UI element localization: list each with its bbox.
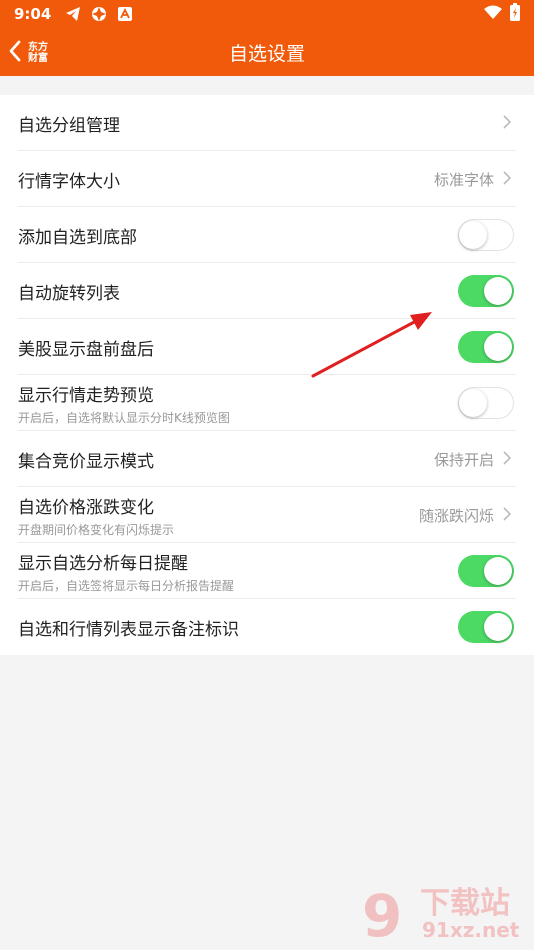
settings-list: 自选分组管理 行情字体大小 标准字体 添加自选到底部 自动旋转列表 美股显示盘前… <box>0 95 534 655</box>
status-bar: 9:04 <box>0 0 534 28</box>
row-label: 集合竞价显示模式 <box>18 451 154 472</box>
trend-preview-toggle[interactable] <box>458 387 514 419</box>
back-button[interactable]: 东方 财富 <box>8 38 60 68</box>
battery-icon <box>510 3 520 25</box>
watermark-logo-icon: 9 <box>362 882 402 946</box>
row-auction-mode[interactable]: 集合竞价显示模式 保持开启 <box>0 431 534 487</box>
watermark: 9 下载站 91xz.net <box>360 876 530 946</box>
svg-text:9: 9 <box>362 882 402 946</box>
row-label: 自动旋转列表 <box>18 283 120 304</box>
app-logo: 东方 财富 <box>26 42 50 64</box>
toggle-knob <box>484 277 512 305</box>
row-sublabel: 开启后，自选签将显示每日分析报告提醒 <box>18 578 235 593</box>
us-premarket-toggle[interactable] <box>458 331 514 363</box>
row-label: 显示行情走势预览 <box>18 385 154 406</box>
add-to-bottom-toggle[interactable] <box>458 219 514 251</box>
daily-reminder-toggle[interactable] <box>458 555 514 587</box>
row-value: 随涨跌闪烁 <box>418 506 494 525</box>
auto-rotate-toggle[interactable] <box>458 275 514 307</box>
telegram-icon <box>65 6 81 22</box>
row-price-change[interactable]: 自选价格涨跌变化 开盘期间价格变化有闪烁提示 随涨跌闪烁 <box>0 487 534 543</box>
logo-line1: 东方 <box>28 42 48 53</box>
toggle-knob <box>459 220 487 249</box>
row-watchlist-group-manage[interactable]: 自选分组管理 <box>0 95 534 151</box>
nav-header: 东方 财富 自选设置 <box>0 28 534 76</box>
row-label: 自选和行情列表显示备注标识 <box>18 619 239 640</box>
row-label: 行情字体大小 <box>18 171 120 192</box>
chevron-right-icon <box>500 506 514 525</box>
row-remark-tag: 自选和行情列表显示备注标识 <box>0 599 534 655</box>
row-sublabel: 开启后，自选将默认显示分时K线预览图 <box>18 410 230 425</box>
watermark-url: 91xz.net <box>422 918 520 942</box>
status-time: 9:04 <box>14 5 52 23</box>
chevron-right-icon <box>500 114 514 133</box>
row-font-size[interactable]: 行情字体大小 标准字体 <box>0 151 534 207</box>
logo-line2: 财富 <box>28 53 48 64</box>
toggle-knob <box>484 333 512 361</box>
row-sublabel: 开盘期间价格变化有闪烁提示 <box>18 522 175 537</box>
row-label: 自选价格涨跌变化 <box>18 497 154 518</box>
row-label: 添加自选到底部 <box>18 227 137 248</box>
remark-tag-toggle[interactable] <box>458 611 514 643</box>
row-add-to-bottom: 添加自选到底部 <box>0 207 534 263</box>
row-value: 保持开启 <box>433 450 494 469</box>
page-title: 自选设置 <box>228 42 305 65</box>
row-daily-reminder: 显示自选分析每日提醒 开启后，自选签将显示每日分析报告提醒 <box>0 543 534 599</box>
chevron-left-icon <box>8 40 22 66</box>
row-trend-preview: 显示行情走势预览 开启后，自选将默认显示分时K线预览图 <box>0 375 534 431</box>
row-label: 显示自选分析每日提醒 <box>18 553 188 574</box>
toggle-knob <box>484 557 512 585</box>
font-a-icon <box>117 6 133 22</box>
app-notification-icon <box>91 6 107 22</box>
wifi-icon <box>484 5 502 23</box>
chevron-right-icon <box>500 450 514 469</box>
status-right <box>484 3 520 25</box>
watermark-text: 下载站 <box>420 886 510 921</box>
row-label: 美股显示盘前盘后 <box>18 339 154 360</box>
row-value: 标准字体 <box>433 170 494 189</box>
row-label: 自选分组管理 <box>18 115 120 136</box>
toggle-knob <box>459 388 487 417</box>
toggle-knob <box>484 613 512 641</box>
row-auto-rotate: 自动旋转列表 <box>0 263 534 319</box>
row-us-premarket: 美股显示盘前盘后 <box>0 319 534 375</box>
chevron-right-icon <box>500 170 514 189</box>
